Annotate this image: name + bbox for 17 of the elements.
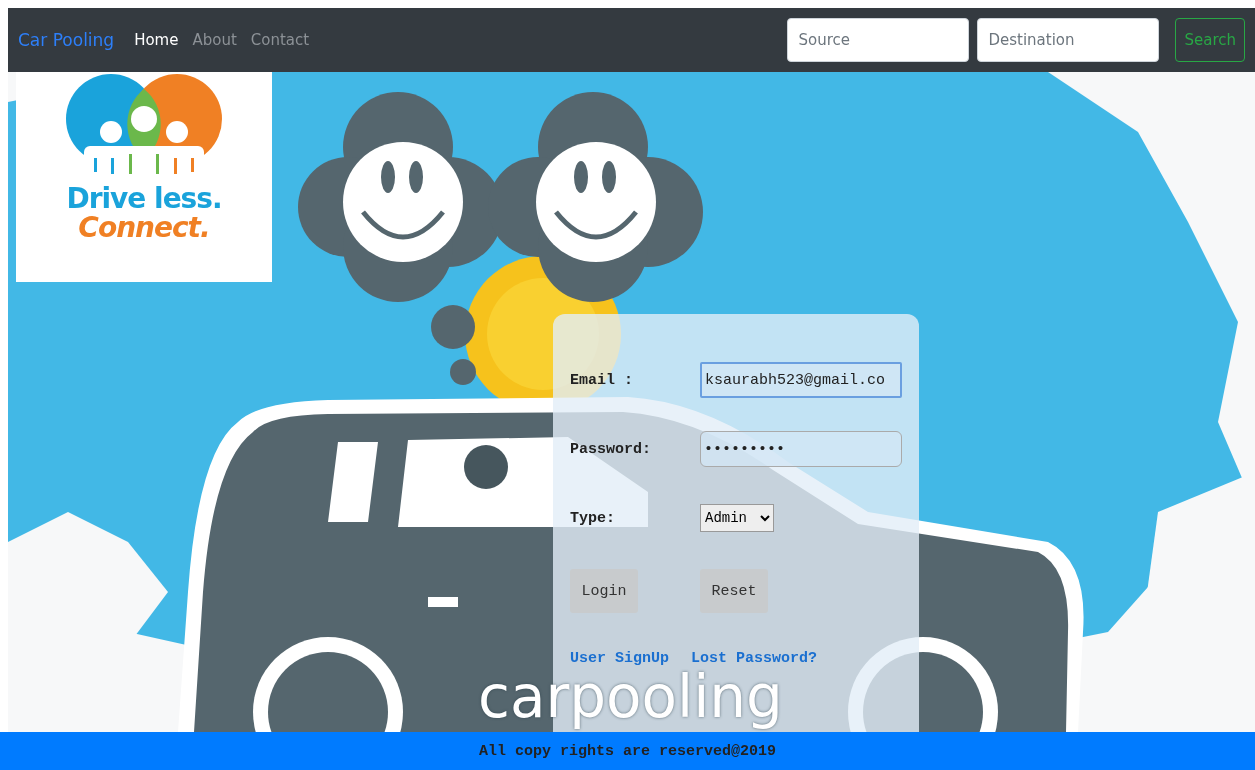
input-field[interactable]: ksaurabh523@gmail.co <box>700 362 902 398</box>
field-label: Email : <box>570 371 634 389</box>
nav-link[interactable]: About <box>192 31 237 49</box>
logo-tagline: Drive less. <box>66 184 222 214</box>
copyright-text: All copy rights are reserved@2019 <box>478 742 777 760</box>
form-button[interactable]: Login <box>570 569 638 613</box>
field-label: Password: <box>570 440 652 458</box>
field-label: Type: <box>570 509 616 527</box>
type-dropdown[interactable]: Admin <box>700 504 774 532</box>
source-field[interactable]: Source <box>787 18 970 62</box>
nav-link[interactable]: Contact <box>250 31 310 49</box>
nav-link[interactable]: Home <box>134 31 179 49</box>
form-button[interactable]: Reset <box>700 569 768 613</box>
destination-field[interactable]: Destination <box>977 18 1160 62</box>
logo-tagline: Connect. <box>78 213 210 243</box>
input-field[interactable]: ••••••••• <box>700 431 902 467</box>
search-button[interactable]: Search <box>1175 18 1245 62</box>
